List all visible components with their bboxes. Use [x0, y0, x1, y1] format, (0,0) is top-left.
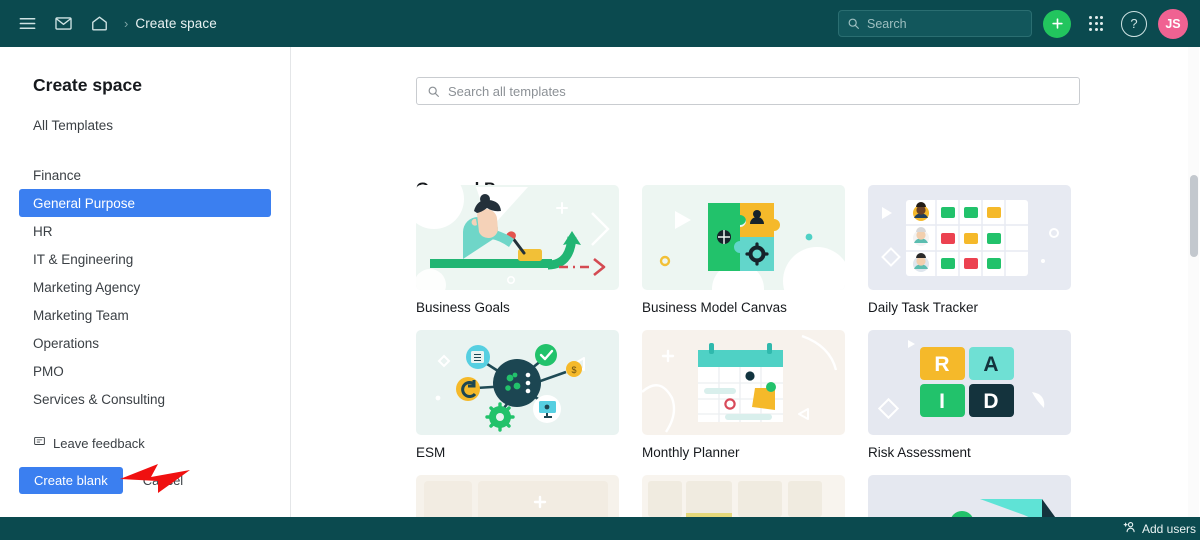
template-search-input[interactable]: Search all templates — [416, 77, 1080, 105]
raid-letter-i: I — [939, 390, 945, 413]
risk-assessment-illustration: R A I D — [868, 330, 1071, 435]
sidebar-item-operations[interactable]: Operations — [0, 329, 290, 357]
create-button[interactable] — [1043, 9, 1071, 38]
sidebar-item-all-templates[interactable]: All Templates — [0, 96, 290, 133]
app-root: › Create space Search ? JS Create space … — [0, 0, 1200, 540]
template-card-partial-b[interactable] — [642, 475, 845, 517]
search-icon — [847, 17, 860, 30]
business-model-canvas-illustration — [642, 185, 845, 290]
add-users-icon — [1123, 520, 1137, 537]
bottom-bar: Add users — [0, 517, 1200, 540]
template-label: ESM — [416, 445, 446, 460]
sidebar-item-pmo[interactable]: PMO — [0, 357, 290, 385]
partial-template-illustration — [416, 475, 619, 517]
template-card-business-model-canvas[interactable]: Business Model Canvas — [642, 185, 845, 315]
svg-text:$: $ — [571, 365, 576, 375]
sidebar-item-hr[interactable]: HR — [0, 217, 290, 245]
raid-letter-a: A — [983, 353, 998, 376]
help-label: ? — [1130, 16, 1138, 31]
esm-illustration: $ — [416, 330, 619, 435]
add-users-label: Add users — [1141, 521, 1196, 536]
global-search-placeholder: Search — [867, 16, 907, 31]
search-icon — [427, 85, 440, 98]
leave-feedback-label: Leave feedback — [53, 435, 145, 451]
sidebar-item-marketing-agency[interactable]: Marketing Agency — [0, 273, 290, 301]
leave-feedback-link[interactable]: Leave feedback — [0, 435, 290, 451]
sidebar-item-services-consulting[interactable]: Services & Consulting — [0, 385, 290, 413]
template-search-placeholder: Search all templates — [448, 83, 566, 99]
templates-panel: Search all templates General Purpose — [292, 47, 1200, 517]
mail-icon[interactable] — [48, 9, 78, 39]
template-card-risk-assessment[interactable]: R A I D Risk Assessment — [868, 330, 1071, 460]
main-scrollbar[interactable] — [1188, 47, 1199, 517]
template-card-monthly-planner[interactable]: Monthly Planner — [642, 330, 845, 460]
template-label: Monthly Planner — [642, 445, 740, 460]
global-header: › Create space Search ? JS — [0, 0, 1200, 47]
partial-template-illustration — [868, 475, 1071, 517]
sidebar-actions: Create blank Cancel — [0, 467, 290, 494]
sidebar-category-list: Finance General Purpose HR IT & Engineer… — [0, 161, 290, 413]
home-icon[interactable] — [84, 9, 114, 39]
business-goals-illustration — [416, 185, 619, 290]
sidebar-item-marketing-team[interactable]: Marketing Team — [0, 301, 290, 329]
hamburger-menu-icon[interactable] — [12, 9, 42, 39]
scrollbar-thumb[interactable] — [1189, 175, 1198, 257]
template-card-partial-a[interactable] — [416, 475, 619, 517]
template-label: Risk Assessment — [868, 445, 971, 460]
header-actions: Search ? JS — [838, 8, 1188, 39]
global-search-input[interactable]: Search — [838, 10, 1032, 37]
app-grid-icon[interactable] — [1082, 10, 1110, 38]
template-card-business-goals[interactable]: Business Goals — [416, 185, 619, 315]
partial-template-illustration — [642, 475, 845, 517]
raid-letter-d: D — [983, 390, 998, 413]
breadcrumb: Create space — [135, 16, 217, 31]
cancel-button[interactable]: Cancel — [135, 467, 191, 494]
page-title: Create space — [33, 75, 142, 95]
template-card-daily-task-tracker[interactable]: Daily Task Tracker — [868, 185, 1071, 315]
sidebar-item-general-purpose[interactable]: General Purpose — [19, 189, 271, 217]
template-grid: Business Goals Business Model Canvas Dai… — [416, 185, 1086, 517]
template-label: Daily Task Tracker — [868, 300, 979, 315]
breadcrumb-separator: › — [124, 16, 129, 31]
sidebar: Create space All Templates Finance Gener… — [0, 47, 291, 517]
template-label: Business Goals — [416, 300, 510, 315]
add-users-button[interactable]: Add users — [1123, 520, 1196, 537]
daily-task-tracker-illustration — [868, 185, 1071, 290]
help-icon[interactable]: ? — [1121, 10, 1147, 37]
feedback-icon — [33, 435, 46, 451]
sidebar-item-it-engineering[interactable]: IT & Engineering — [0, 245, 290, 273]
template-card-esm[interactable]: $ ESM — [416, 330, 619, 460]
template-card-partial-c[interactable] — [868, 475, 1071, 517]
avatar[interactable]: JS — [1158, 8, 1188, 39]
template-label: Business Model Canvas — [642, 300, 787, 315]
monthly-planner-illustration — [642, 330, 845, 435]
create-blank-button[interactable]: Create blank — [19, 467, 123, 494]
avatar-initials: JS — [1165, 16, 1181, 31]
sidebar-item-finance[interactable]: Finance — [0, 161, 290, 189]
raid-letter-r: R — [934, 353, 949, 376]
